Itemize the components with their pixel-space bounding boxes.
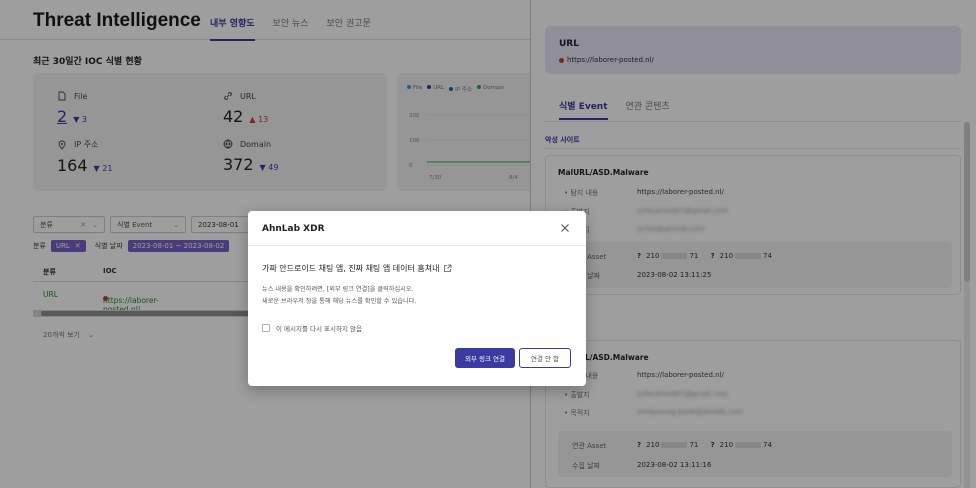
external-link-dialog: AhnLab XDR 가짜 안드로이드 채팅 앱, 진짜 채팅 앱 데이터 훔쳐… [248,211,586,386]
dont-connect-button[interactable]: 연결 안 함 [519,348,571,368]
dialog-title: AhnLab XDR [262,224,325,234]
dialog-message-line2: 새로운 브라우저 창을 통해 해당 뉴스를 확인할 수 있습니다. [262,298,417,305]
open-external-link-button[interactable]: 외부 링크 연결 [455,348,515,368]
news-headline: 가짜 안드로이드 채팅 앱, 진짜 채팅 앱 데이터 훔쳐내 [262,263,452,274]
external-link-icon [444,264,452,272]
close-icon[interactable] [558,221,572,235]
dont-show-again[interactable]: 이 메시지를 다시 표시하지 않음 [262,323,362,333]
divider [248,245,586,246]
dont-show-again-checkbox[interactable] [262,324,270,332]
dialog-message-line1: 뉴스 내용을 확인하려면, [외부 링크 연결]을 클릭하십시오. [262,286,414,293]
